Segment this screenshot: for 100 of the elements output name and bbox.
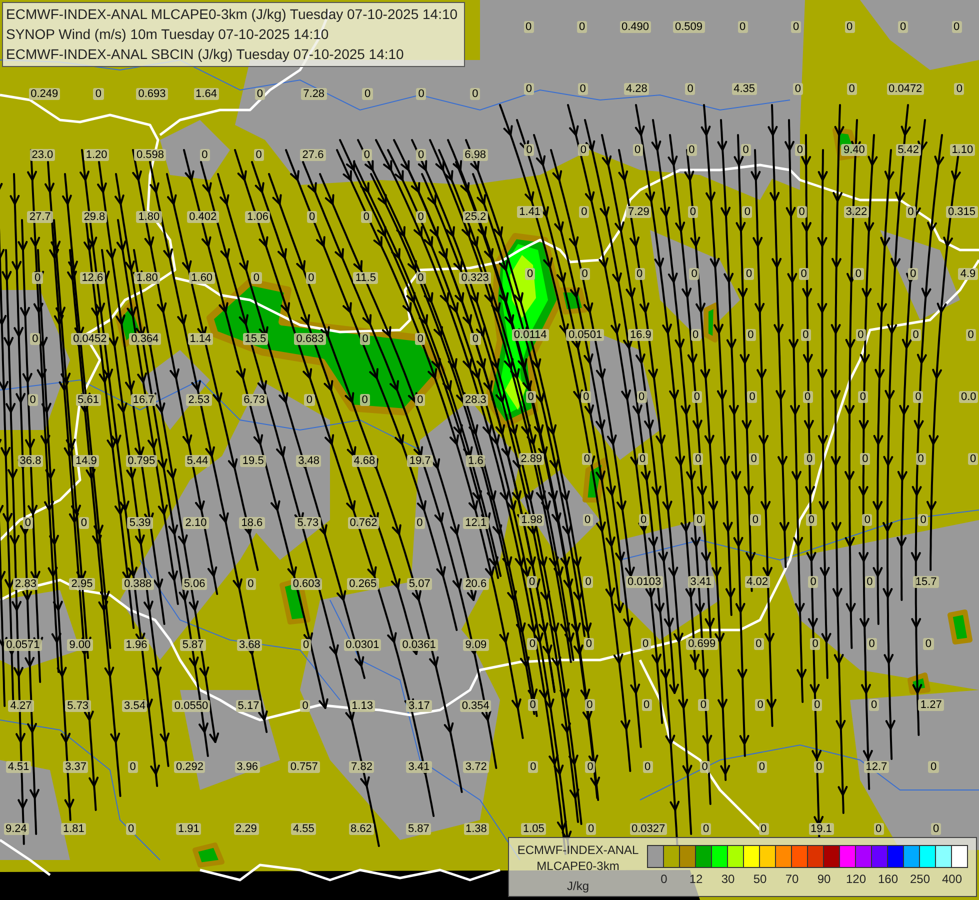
station-value: 0 — [360, 394, 370, 406]
legend-unit: J/kg — [566, 878, 590, 894]
station-value: 18.6 — [239, 516, 265, 529]
station-value: 1.06 — [245, 210, 270, 223]
station-value: 12.1 — [463, 516, 489, 529]
station-value: 3.54 — [122, 700, 148, 712]
station-value: 5.87 — [406, 822, 432, 835]
station-value: 0 — [93, 88, 104, 100]
station-value: 0 — [856, 329, 866, 342]
station-value: 2.10 — [183, 516, 209, 529]
station-value: 0 — [804, 452, 815, 465]
station-value: 5.39 — [127, 516, 153, 529]
station-value: 0 — [584, 699, 595, 712]
station-value: 1.64 — [194, 88, 219, 100]
station-value: 5.61 — [76, 394, 101, 406]
station-value: 0 — [918, 514, 928, 526]
legend-tick-label: 0 — [660, 871, 668, 888]
station-value: 0 — [913, 390, 924, 403]
station-value: 0 — [527, 638, 538, 650]
station-value: 0.0361 — [400, 639, 438, 651]
station-value: 3.68 — [236, 639, 262, 651]
station-value: 0 — [582, 514, 593, 526]
station-value: 0 — [844, 21, 855, 33]
station-value: 0 — [301, 639, 312, 651]
station-value: 0 — [586, 822, 596, 835]
station-value: 0 — [701, 822, 712, 835]
map-title: ECMWF-INDEX-ANAL MLCAPE0-3km (J/kg) Tuesday 07-10-2025 14:10 — [6, 5, 458, 24]
station-value: 0 — [361, 210, 372, 223]
station-value: 1.81 — [61, 822, 86, 835]
legend-tick-label: 250 — [910, 871, 930, 888]
map-title: ECMWF-INDEX-ANAL SBCIN (J/kg) Tuesday 07-10-2025 14:10 — [6, 45, 405, 64]
station-value: 4.27 — [8, 700, 34, 712]
station-value: 0 — [746, 329, 756, 342]
station-value: 1.60 — [189, 272, 215, 284]
station-value: 0 — [685, 82, 696, 95]
station-value: 0 — [810, 638, 820, 650]
station-value: 7.29 — [626, 206, 652, 218]
station-value: 1.80 — [136, 210, 162, 223]
station-value: 0.364 — [129, 333, 161, 345]
station-value: 0 — [304, 394, 315, 406]
station-value: 0 — [755, 699, 766, 712]
station-value: 0.323 — [459, 272, 491, 284]
station-value: 5.42 — [896, 144, 921, 156]
station-value: 0.354 — [460, 700, 492, 712]
station-value: 0 — [954, 82, 964, 95]
legend-tick-label: 12 — [689, 871, 703, 888]
station-value: 0 — [853, 268, 864, 280]
station-value: 0.490 — [620, 21, 652, 33]
station-value: 9.09 — [463, 639, 489, 651]
station-value: 0 — [693, 452, 704, 465]
station-value: 0.249 — [28, 88, 60, 100]
station-value: 5.44 — [184, 455, 210, 468]
map-title: SYNOP Wind (m/s) 10m Tuesday 07-10-2025 14:10 — [6, 25, 330, 44]
station-value: 0 — [968, 452, 978, 465]
station-value: 1.20 — [84, 149, 110, 162]
station-value: 1.98 — [519, 514, 544, 526]
station-value: 0 — [415, 394, 426, 406]
station-value: 0 — [581, 390, 592, 403]
legend-tick-label: 50 — [753, 871, 767, 888]
station-value: 0.0571 — [4, 639, 42, 651]
station-value: 0.795 — [126, 455, 158, 468]
station-value: 0 — [306, 272, 316, 284]
station-value: 23.0 — [30, 149, 56, 162]
station-value: 0 — [740, 144, 751, 156]
station-value: 0 — [254, 149, 264, 162]
station-value: 0 — [583, 576, 594, 588]
station-value: 1.14 — [188, 333, 214, 345]
station-value: 0.757 — [288, 761, 320, 774]
station-value: 0 — [28, 394, 38, 406]
station-value: 0 — [747, 390, 758, 403]
station-value: 0.0550 — [172, 700, 210, 712]
station-value: 7.28 — [301, 88, 327, 100]
station-value: 0.0301 — [344, 639, 382, 651]
station-value: 0 — [808, 576, 818, 588]
station-value: 2.53 — [186, 394, 212, 406]
station-value: 0.0501 — [566, 329, 604, 342]
station-value: 0 — [416, 149, 426, 162]
station-value: 1.96 — [124, 639, 150, 651]
station-value: 1.05 — [521, 822, 546, 835]
station-value: 0 — [360, 333, 370, 345]
station-value: 27.6 — [300, 149, 326, 162]
station-value: 5.73 — [295, 516, 321, 529]
station-value: 0 — [32, 272, 43, 284]
station-value: 0 — [126, 822, 136, 835]
station-value: 0 — [470, 333, 480, 345]
station-value: 1.13 — [350, 700, 375, 712]
station-value: 0 — [690, 329, 701, 342]
station-value: 0 — [578, 144, 588, 156]
station-value: 0 — [416, 88, 426, 100]
station-value: 0 — [632, 144, 643, 156]
station-value: 1.91 — [176, 822, 202, 835]
legend-tick-label: 400 — [942, 871, 962, 888]
legend-tick-label: 30 — [721, 871, 735, 888]
station-value: 0.0114 — [512, 329, 549, 342]
station-value: 0 — [869, 699, 880, 712]
station-value: 0 — [750, 514, 761, 526]
station-value: 0 — [251, 272, 262, 284]
station-value: 0 — [862, 514, 872, 526]
legend-title: ECMWF-INDEX-ANAL — [516, 842, 640, 858]
station-value: 0 — [300, 700, 310, 712]
